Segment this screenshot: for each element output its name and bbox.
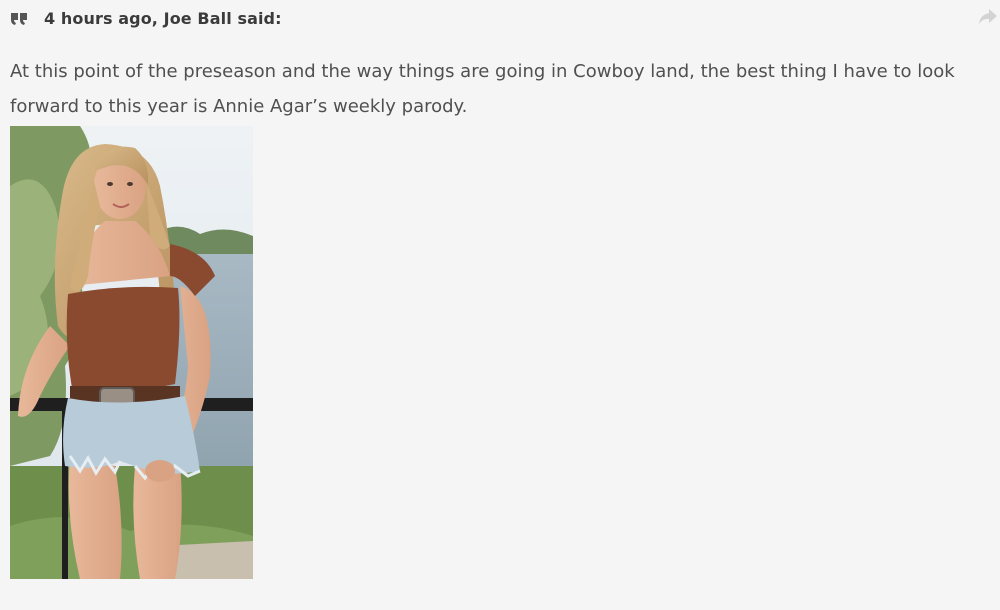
quoted-photo[interactable]	[10, 126, 253, 579]
quote-header: 4 hours ago, Joe Ball said:	[10, 6, 282, 30]
quote-body: At this point of the preseason and the w…	[10, 54, 995, 124]
quote-block: 4 hours ago, Joe Ball said: At this poin…	[0, 0, 1000, 610]
quote-icon	[10, 8, 30, 28]
quote-attribution[interactable]: 4 hours ago, Joe Ball said:	[44, 9, 282, 28]
share-arrow-icon[interactable]	[978, 8, 998, 26]
quote-text: At this point of the preseason and the w…	[10, 61, 955, 117]
